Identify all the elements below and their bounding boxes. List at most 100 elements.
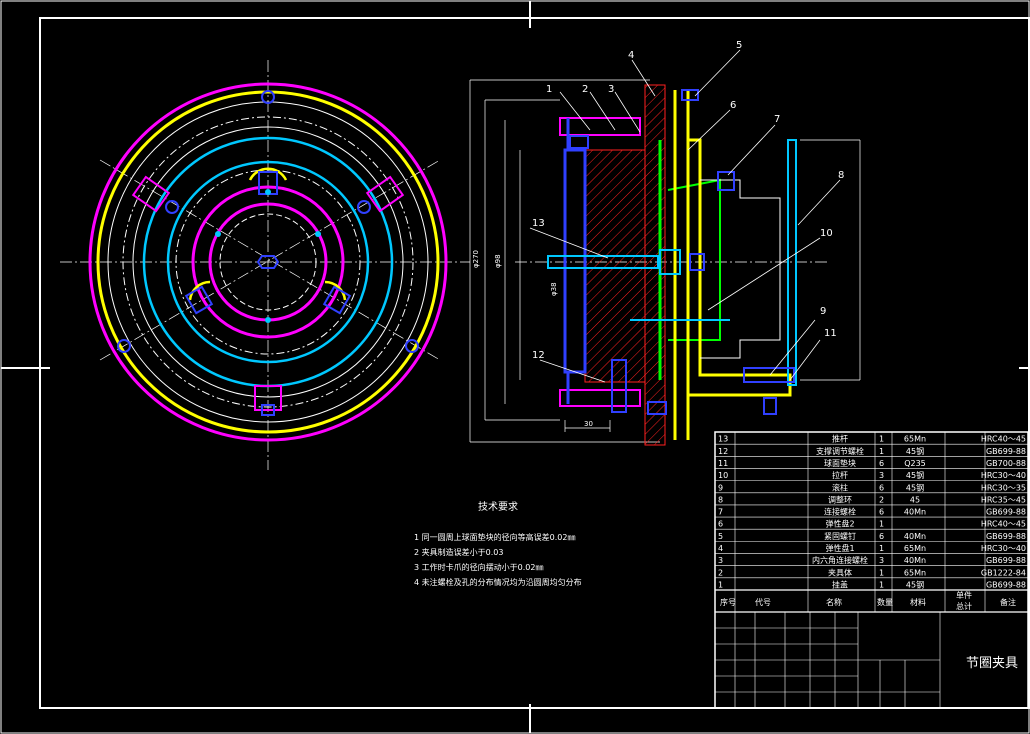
dimension-labels: φ270 φ98 φ38 30 [472,250,593,428]
bom-qty: 6 [879,508,884,517]
drawing-sheet: 1 2 3 4 5 6 7 8 9 10 11 12 13 φ270 φ98 φ… [0,0,1030,734]
bom-material: Q235 [904,459,926,468]
bom-no: 1 [718,581,723,590]
balloon-11: 11 [824,328,837,339]
bom-qty: 6 [879,459,884,468]
bom-row: 3内六角连接螺栓340MnGB699-88 [718,555,1026,565]
outer-frame [1,1,1029,733]
bom-remark: HRC30～35 [981,483,1026,492]
balloon-1: 1 [546,84,552,95]
bom-qty: 6 [879,532,884,541]
bom-remark: GB1222-84 [981,568,1026,577]
bom-material: 45钢 [906,470,924,480]
bom-no: 8 [718,495,723,504]
bom-no: 11 [718,459,728,468]
bom-no: 5 [718,532,723,541]
dim-d-a: φ270 [472,250,480,268]
balloon-9: 9 [820,306,826,317]
balloon-5: 5 [736,40,742,51]
header-seq: 序号 [720,597,736,607]
bom-remark: GB700-88 [986,459,1026,468]
bom-material: 40Mn [904,532,926,541]
bom-qty: 1 [879,581,884,590]
bom-name: 夹具体 [828,567,852,577]
bom-name: 内六角连接螺栓 [812,555,868,565]
bom-row: 4 弹性盘1 1 65Mn HRC30～40 [718,543,1026,553]
bom-remark: HRC35～45 [981,495,1026,504]
bom-table: 13推杆165MnHRC40～4512支撑调节螺栓145钢GB699-8811球… [715,432,1028,708]
tech-item-4: 4 未注螺栓及孔的分布情况均为沿圆周均匀分布 [414,577,582,587]
balloon-3: 3 [608,84,614,95]
bom-name: 紧固螺钉 [824,531,856,541]
bom-no: 7 [718,508,723,517]
bom-qty: 1 [879,568,884,577]
dim-d-c: φ38 [550,282,558,296]
bom-no: 10 [718,471,728,480]
header-remark: 备注 [1000,597,1016,607]
bom-remark: GB699-88 [986,532,1026,541]
header-weight-b: 总计 [956,601,972,611]
bom-no: 2 [718,568,723,577]
tech-requirements: 技术要求 1 同一圆周上球面垫块的径向等高误差0.02㎜ 2 夹具制造误差小于0… [414,500,582,587]
bom-material: 40Mn [904,508,926,517]
bom-remark: GB699-88 [986,581,1026,590]
dim-len: 30 [584,420,593,428]
header-code: 代号 [755,597,771,607]
balloon-12: 12 [532,350,545,361]
bom-name: 支撑调节螺栓 [816,446,864,456]
bom-remark: HRC30～40 [981,544,1026,553]
bom-row: 7连接螺栓640MnGB699-88 [718,507,1026,517]
bom-name: 推杆 [832,434,848,444]
bom-qty: 1 [879,544,884,553]
bom-row: 9 滚柱 6 45钢 HRC30～35 [718,482,1026,492]
bom-material: 65Mn [904,435,926,444]
bom-name: 滚柱 [832,482,848,492]
header-material: 材料 [910,597,926,607]
bom-row: 13推杆165MnHRC40～45 [718,434,1026,444]
bom-row: 5 紧固螺钉 6 40Mn GB699-88 [718,531,1026,541]
bom-row: 1挂盖145钢GB699-88 [718,580,1026,590]
bom-qty: 1 [879,520,884,529]
bom-row: 12支撑调节螺栓145钢GB699-88 [718,446,1026,456]
bom-name: 球面垫块 [824,458,856,468]
bom-remark: GB699-88 [986,447,1026,456]
bom-name: 拉杆 [832,470,848,480]
bom-no: 4 [718,544,723,553]
bom-row: 2 夹具体 1 65Mn GB1222-84 [718,567,1026,577]
tech-item-1: 1 同一圆周上球面垫块的径向等高误差0.02㎜ [414,532,575,542]
bom-row: 8调整环245HRC35～45 [718,494,1026,504]
bom-remark: HRC30～40 [981,471,1026,480]
bom-remark: HRC40～45 [981,435,1026,444]
bom-material: 45钢 [906,482,924,492]
bom-no: 13 [718,435,728,444]
bom-qty: 3 [879,471,884,480]
bom-remark: GB699-88 [986,556,1026,565]
dim-d-b: φ98 [494,254,502,268]
part-name-title: 节圈夹具 [966,656,1018,671]
bom-name: 弹性盘1 [825,543,854,553]
bom-material: 65Mn [904,568,926,577]
bom-qty: 2 [879,495,884,504]
header-name: 名称 [826,597,842,607]
bom-no: 6 [718,520,723,529]
tech-heading: 技术要求 [478,500,518,513]
bom-qty: 1 [879,447,884,456]
bom-qty: 6 [879,483,884,492]
bom-material: 45钢 [906,446,924,456]
header-weight-a: 单件 [956,590,972,600]
balloon-13: 13 [532,218,545,229]
bom-row: 11 球面垫块 6 Q235 GB700-88 [718,458,1026,468]
bom-no: 9 [718,483,723,492]
balloon-6: 6 [730,100,736,111]
bom-remark: HRC40～45 [981,520,1026,529]
balloon-7: 7 [774,114,780,125]
bom-material: 45 [910,495,920,504]
header-qty: 数量 [877,597,893,607]
front-view [60,60,470,470]
bom-material: 65Mn [904,544,926,553]
bom-qty: 3 [879,556,884,565]
tech-item-3: 3 工作时卡爪的径向摆动小于0.02㎜ [414,562,543,572]
balloon-4: 4 [628,50,634,61]
balloon-8: 8 [838,170,844,181]
bom-material: 40Mn [904,556,926,565]
